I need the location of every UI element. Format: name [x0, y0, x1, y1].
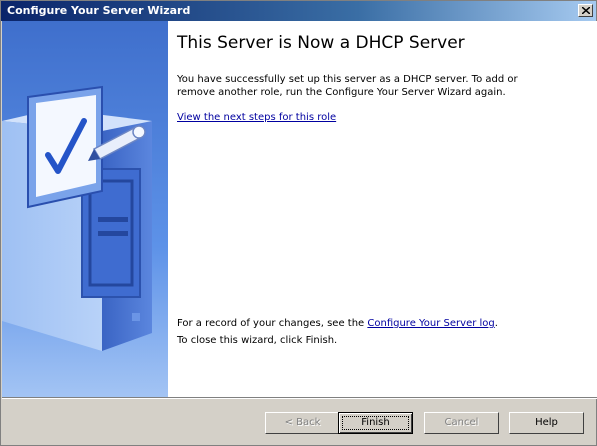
close-instruction: To close this wizard, click Finish. [177, 335, 338, 346]
record-note-suffix: . [494, 318, 498, 329]
title-bar[interactable]: Configure Your Server Wizard [1, 1, 596, 21]
next-steps-link[interactable]: View the next steps for this role [177, 112, 336, 123]
close-button[interactable] [578, 4, 593, 17]
close-icon [582, 7, 590, 14]
window-title: Configure Your Server Wizard [7, 4, 191, 17]
wizard-content: This Server is Now a DHCP Server You hav… [2, 21, 597, 397]
back-button[interactable]: < Back [265, 412, 340, 434]
page-title: This Server is Now a DHCP Server [177, 33, 465, 53]
help-button[interactable]: Help [509, 412, 584, 434]
success-description: You have successfully set up this server… [177, 74, 518, 98]
record-note-prefix: For a record of your changes, see the [177, 318, 368, 329]
server-checklist-icon [2, 21, 168, 397]
record-note: For a record of your changes, see the Co… [177, 317, 537, 330]
wizard-sidebar [2, 21, 168, 397]
cancel-button[interactable]: Cancel [424, 412, 499, 434]
server-log-link[interactable]: Configure Your Server log [367, 318, 494, 329]
finish-button[interactable]: Finish [338, 412, 413, 434]
button-divider [2, 397, 597, 399]
focus-ring [342, 416, 409, 430]
wizard-window: Configure Your Server Wizard This Server… [0, 0, 597, 446]
next-steps-link-container: View the next steps for this role [177, 112, 336, 123]
